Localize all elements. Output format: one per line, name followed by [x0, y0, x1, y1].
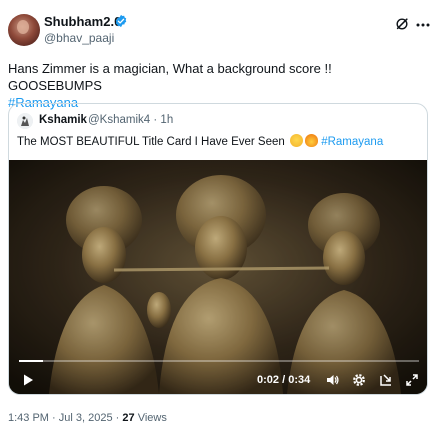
quote-handle: @Kshamik4: [88, 114, 151, 126]
tweet-body: Hans Zimmer is a magician, What a backgr…: [8, 61, 332, 93]
volume-icon[interactable]: [325, 373, 339, 387]
quote-hashtag-link[interactable]: #Ramayana: [321, 136, 383, 148]
video-frame: [9, 160, 427, 394]
tweet-time[interactable]: 1:43 PM: [8, 412, 49, 424]
quote-age: 1h: [160, 114, 174, 126]
tweet-date[interactable]: Jul 3, 2025: [59, 412, 113, 424]
video-time: 0:02 / 0:34: [257, 374, 310, 386]
video-elapsed: 0:02: [257, 374, 280, 386]
verified-badge-icon: [115, 14, 127, 28]
handle[interactable]: @bhav_paaji: [44, 31, 114, 45]
display-name[interactable]: Shubham2.0: [44, 14, 121, 29]
play-icon[interactable]: [21, 373, 35, 387]
quote-avatar[interactable]: [17, 113, 33, 129]
quote-display-name[interactable]: Kshamik: [39, 114, 87, 126]
quote-handle-line[interactable]: @Kshamik4 · 1h: [88, 114, 173, 126]
video-progress-fill: [19, 360, 43, 362]
avatar[interactable]: [8, 14, 40, 46]
views-count: 27: [122, 412, 135, 424]
video-time-separator: /: [279, 374, 289, 386]
video-duration: 0:34: [288, 374, 311, 386]
grok-icon[interactable]: [395, 17, 409, 31]
settings-icon[interactable]: [352, 373, 366, 387]
quote-text: The MOST BEAUTIFUL Title Card I Have Eve…: [17, 134, 421, 148]
quote-body: The MOST BEAUTIFUL Title Card I Have Eve…: [17, 136, 285, 148]
crying-face-icon: [290, 134, 303, 147]
picture-in-picture-icon[interactable]: [379, 373, 393, 387]
fullscreen-icon[interactable]: [405, 373, 419, 387]
more-options-icon[interactable]: [416, 23, 430, 27]
views-label: Views: [137, 412, 167, 424]
meta-separator: ·: [52, 412, 56, 424]
quoted-tweet[interactable]: Kshamik @Kshamik4 · 1h The MOST BEAUTIFU…: [8, 103, 428, 395]
video-player[interactable]: 0:02 / 0:34: [9, 160, 427, 394]
video-progress-bar[interactable]: [19, 360, 419, 362]
tweet-meta: 1:43 PM · Jul 3, 2025 · 27 Views: [8, 412, 167, 424]
fire-icon: [305, 134, 318, 147]
quote-separator: ·: [153, 114, 158, 126]
meta-separator: ·: [115, 412, 120, 424]
